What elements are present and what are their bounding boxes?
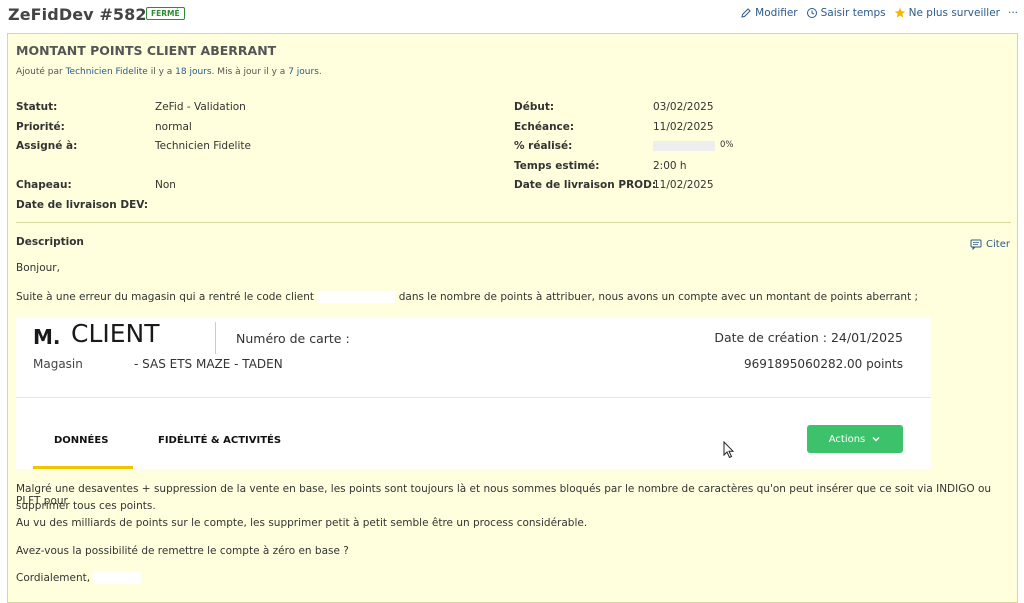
divider: [16, 222, 1011, 223]
more-button[interactable]: ···: [1008, 7, 1018, 19]
paragraph-3: Au vu des milliards de points sur le com…: [16, 517, 588, 529]
unwatch-label: Ne plus surveiller: [908, 7, 1000, 19]
done-ratio-label: % réalisé:: [514, 140, 573, 152]
quote-label: Citer: [986, 239, 1010, 250]
start-date-value: 03/02/2025: [653, 101, 714, 113]
redacted-signature: [93, 572, 142, 584]
closing-text: Cordialement,: [16, 572, 91, 584]
log-time-button[interactable]: Saisir temps: [806, 7, 886, 19]
creation-date: Date de création : 24/01/2025: [714, 330, 903, 345]
progress-bar: [653, 141, 715, 151]
closing: Cordialement,: [16, 572, 142, 584]
updated-ago-link[interactable]: 7 jours: [288, 67, 319, 77]
created-ago-link[interactable]: 18 jours: [175, 67, 211, 77]
card-number-label: Numéro de carte :: [236, 331, 350, 346]
paragraph-2-line-2: supprimer tous ces points.: [16, 500, 156, 512]
log-time-label: Saisir temps: [820, 7, 886, 19]
paragraph-2-line-1: Malgré une desaventes + suppression de l…: [16, 483, 992, 507]
star-icon: [894, 7, 905, 18]
priority-label: Priorité:: [16, 121, 65, 133]
status-badge: FERMÉ: [146, 7, 185, 20]
quote-button[interactable]: Citer: [970, 239, 1010, 250]
card-divider-horizontal: [16, 397, 931, 398]
done-ratio-value: 0%: [720, 140, 734, 150]
author-prefix: Ajouté par: [16, 67, 66, 77]
paragraph-1: Suite à une erreur du magasin qui a rent…: [16, 291, 918, 303]
issue-header: ZeFidDev #58266 FERMÉ Modifier Saisir te…: [8, 5, 1018, 25]
store-label: Magasin: [33, 357, 83, 371]
client-title: M.: [33, 325, 61, 349]
estimated-time-label: Temps estimé:: [514, 160, 600, 172]
paragraph-1-end: dans le nombre de points à attribuer, no…: [398, 291, 919, 303]
edit-button[interactable]: Modifier: [740, 7, 798, 19]
pencil-icon: [741, 8, 751, 18]
client-name: CLIENT: [71, 319, 160, 348]
author-mid2: . Mis à jour il y a: [211, 67, 289, 77]
store-name: - SAS ETS MAZE - TADEN: [134, 357, 283, 371]
due-date-value: 11/02/2025: [653, 121, 714, 133]
tab-donnees: DONNÉES: [54, 435, 109, 446]
edit-label: Modifier: [755, 7, 798, 19]
issue-author-line: Ajouté par Technicien Fidelite il y a 18…: [16, 67, 322, 77]
points-balance: 9691895060282.00 points: [743, 357, 903, 371]
active-tab-indicator: [33, 466, 133, 469]
clock-icon: [806, 8, 817, 18]
estimated-time-value: 2:00 h: [653, 160, 687, 172]
greeting: Bonjour,: [16, 262, 60, 274]
author-link[interactable]: Technicien Fidelite: [66, 67, 148, 77]
issue-actions: Modifier Saisir temps Ne plus surveiller…: [740, 7, 1018, 19]
issue-title: ZeFidDev #58266: [8, 5, 170, 24]
status-label: Statut:: [16, 101, 58, 113]
comment-icon: [970, 239, 982, 250]
description-title: Description: [16, 236, 84, 248]
client-card-screenshot: M. CLIENT Numéro de carte : Date de créa…: [16, 317, 931, 469]
assignee-label: Assigné à:: [16, 140, 78, 152]
due-date-label: Echéance:: [514, 121, 575, 133]
issue-panel: MONTANT POINTS CLIENT ABERRANT Ajouté pa…: [7, 33, 1018, 603]
prod-delivery-label: Date de livraison PROD:: [514, 179, 657, 191]
chapeau-label: Chapeau:: [16, 179, 72, 191]
chapeau-value: Non: [155, 179, 176, 191]
tab-fidelite-activites: FIDÉLITÉ & ACTIVITÉS: [158, 435, 282, 446]
paragraph-1-start: Suite à une erreur du magasin qui a rent…: [16, 291, 315, 303]
issue-subject: MONTANT POINTS CLIENT ABERRANT: [16, 43, 277, 58]
status-value: ZeFid - Validation: [155, 101, 246, 113]
prod-delivery-value: 11/02/2025: [653, 179, 714, 191]
chevron-down-icon: [872, 436, 880, 442]
author-mid1: il y a: [147, 67, 176, 77]
actions-label: Actions: [828, 433, 866, 445]
redacted-client-code: [317, 291, 396, 303]
actions-button: Actions: [807, 425, 903, 453]
mouse-cursor-icon: [723, 441, 735, 459]
start-date-label: Début:: [514, 101, 555, 113]
paragraph-4: Avez-vous la possibilité de remettre le …: [16, 545, 349, 557]
dev-delivery-label: Date de livraison DEV:: [16, 199, 149, 211]
assignee-link[interactable]: Technicien Fidelite: [155, 140, 251, 152]
card-divider: [215, 322, 216, 354]
unwatch-button[interactable]: Ne plus surveiller: [894, 7, 1000, 19]
author-suffix: .: [318, 67, 322, 77]
priority-value: normal: [155, 121, 192, 133]
